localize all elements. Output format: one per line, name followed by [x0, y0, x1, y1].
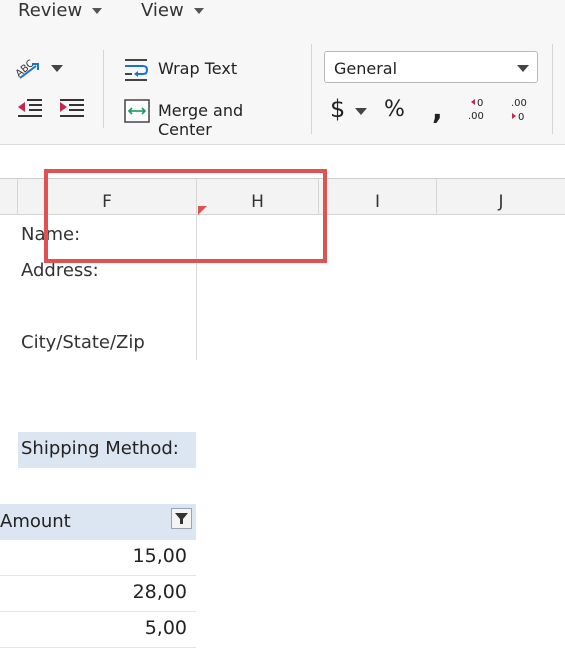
menu-view[interactable]: View [141, 0, 204, 24]
comma-style-button[interactable]: , [428, 93, 448, 126]
chevron-down-icon [193, 8, 204, 14]
decrease-indent-button[interactable] [16, 96, 44, 120]
menu-bar: Review View [0, 0, 565, 24]
number-format-value: General [334, 59, 398, 78]
increase-decimal-top: .00 [511, 98, 527, 109]
amount-value: 15,00 [132, 545, 187, 567]
cell-shipping-method[interactable]: Shipping Method: [18, 432, 196, 468]
merge-center-button[interactable]: Merge and Center [122, 96, 302, 139]
decrease-decimal-top: 0 [477, 98, 483, 109]
ribbon: ABC Wrap Text Merge and Center General $… [0, 24, 565, 145]
decrease-decimal-button[interactable]: 0 .00 [464, 96, 494, 124]
spelling-button[interactable]: ABC [10, 54, 66, 82]
column-header-j-label: J [498, 192, 504, 212]
increase-decimal-icon: .00 0 [511, 98, 527, 123]
table-header-amount[interactable]: Amount [0, 504, 196, 540]
cell-city-label[interactable]: City/State/Zip [21, 332, 145, 353]
cell-address-label[interactable]: Address: [21, 260, 99, 281]
ribbon-separator [103, 50, 104, 128]
column-header-partial[interactable] [0, 179, 18, 215]
decrease-indent-icon [18, 99, 42, 117]
menu-review-label: Review [18, 0, 83, 21]
table-row[interactable]: 28,00 [0, 576, 196, 612]
percent-icon: % [384, 97, 405, 122]
ribbon-separator [552, 44, 553, 134]
increase-indent-button[interactable] [58, 96, 86, 120]
number-format-select[interactable]: General [324, 51, 538, 83]
wrap-text-button[interactable]: Wrap Text [122, 54, 242, 84]
amount-header-label: Amount [0, 511, 71, 532]
spelling-icon: ABC [14, 58, 63, 80]
currency-format-button[interactable]: $ [328, 95, 372, 125]
merge-center-label: Merge and Center [158, 101, 244, 139]
chevron-down-icon [92, 8, 103, 14]
menu-review[interactable]: Review [18, 0, 103, 24]
column-header-i-label: I [374, 192, 380, 212]
cell-shipping-method-label: Shipping Method: [21, 438, 179, 459]
comma-icon: , [432, 93, 443, 126]
increase-indent-icon [60, 99, 84, 117]
increase-decimal-button[interactable]: .00 0 [506, 96, 536, 124]
chevron-down-icon [517, 65, 529, 72]
decrease-decimal-bottom: .00 [468, 111, 484, 122]
chevron-down-icon [355, 108, 367, 115]
wrap-text-icon [125, 59, 149, 81]
filter-icon [175, 513, 188, 524]
highlight-box [44, 169, 327, 263]
amount-value: 5,00 [144, 617, 187, 639]
table-row[interactable]: 5,00 [0, 612, 196, 648]
decrease-decimal-icon: 0 .00 [468, 98, 484, 122]
menu-view-label: View [141, 0, 184, 21]
column-header-i[interactable]: I [319, 179, 437, 215]
increase-decimal-bottom: 0 [518, 112, 524, 123]
table-row[interactable]: 15,00 [0, 540, 196, 576]
wrap-text-label: Wrap Text [158, 59, 238, 78]
merge-center-icon [124, 99, 150, 123]
amount-value: 28,00 [132, 581, 187, 603]
percent-format-button[interactable]: % [382, 97, 408, 125]
filter-button[interactable] [171, 508, 192, 529]
dollar-icon: $ [330, 95, 346, 123]
ribbon-separator [311, 44, 312, 134]
column-header-j[interactable]: J [437, 179, 565, 215]
